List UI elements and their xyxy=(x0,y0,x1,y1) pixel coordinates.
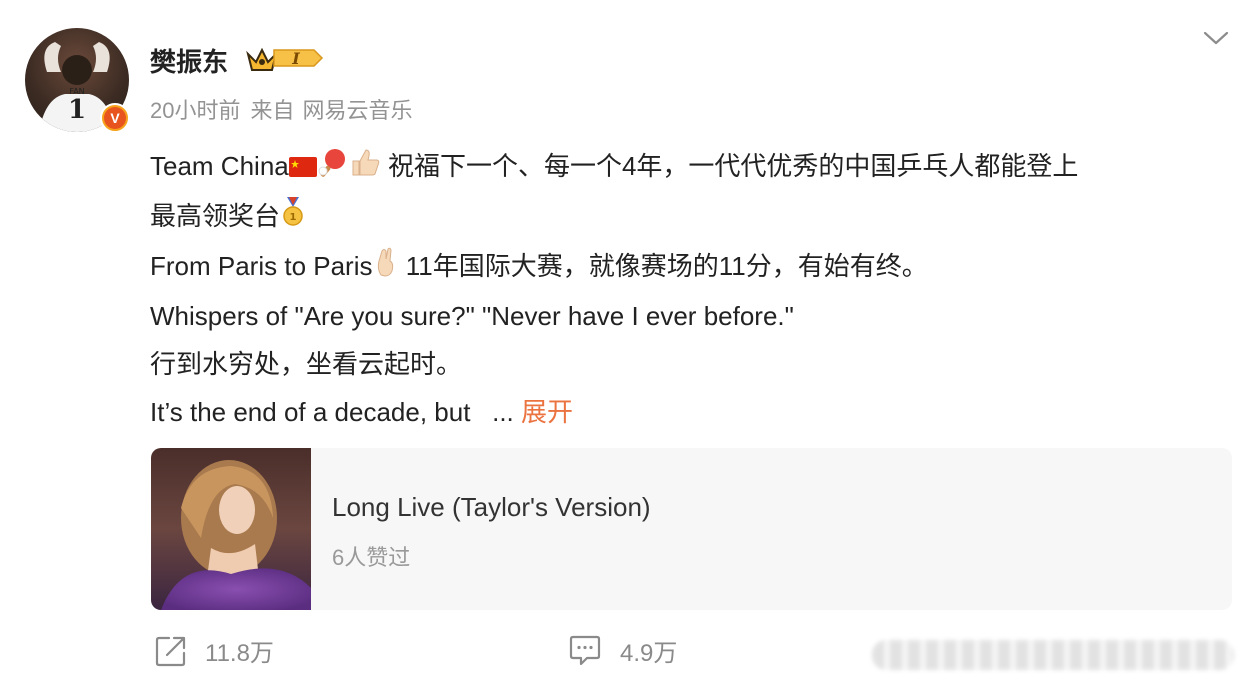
post-line-6: It’s the end of a decade, but ... 展开 xyxy=(150,388,1220,436)
post-line-3a: From Paris to Paris xyxy=(150,251,373,282)
comment-button[interactable]: 4.9万 xyxy=(568,633,677,668)
post-meta: 20小时前 来自 网易云音乐 xyxy=(150,93,423,125)
expand-link[interactable]: 展开 xyxy=(521,397,573,427)
post-line-6-text: It’s the end of a decade, but ... xyxy=(150,397,514,428)
ping-pong-icon xyxy=(317,144,349,192)
share-count: 11.8万 xyxy=(205,640,274,667)
post-line-3: From Paris to Paris 11年国际大赛，就像赛场的11分，有始有… xyxy=(150,242,1220,292)
post-text: Team China 祝福下一个、每一个4年，一代代优秀的中国乒乓人都能登上 最… xyxy=(150,142,1220,436)
verified-mark: V xyxy=(104,107,126,129)
comment-icon xyxy=(569,635,601,665)
post-line-4: Whispers of "Are you sure?" "Never have … xyxy=(150,301,794,332)
comment-count: 4.9万 xyxy=(620,640,678,667)
verified-badge-icon: V xyxy=(100,103,130,133)
share-icon xyxy=(155,636,186,666)
svg-text:1: 1 xyxy=(290,212,297,223)
level-text: I xyxy=(291,49,300,68)
member-level-badge[interactable]: I xyxy=(246,42,326,79)
post-line-2: 最高领奖台 1 xyxy=(150,192,1220,242)
post-line-1b: 祝福下一个、每一个4年，一代代优秀的中国乒乓人都能登上 xyxy=(380,151,1079,181)
music-card[interactable]: Long Live (Taylor's Version) 6人赞过 xyxy=(151,448,1232,610)
china-flag-icon xyxy=(288,144,317,192)
source-prefix: 来自 xyxy=(250,98,295,123)
song-likes: 6人赞过 xyxy=(332,545,411,570)
post-line-5: 行到水穷处，坐看云起时。 xyxy=(150,349,463,380)
crossed-fingers-icon xyxy=(373,244,399,292)
chevron-down-icon[interactable] xyxy=(1203,30,1229,51)
svg-text:1: 1 xyxy=(68,95,86,125)
post-line-2-text: 最高领奖台 xyxy=(150,201,281,232)
post-time: 20小时前 xyxy=(150,98,241,123)
song-title[interactable]: Long Live (Taylor's Version) xyxy=(332,492,651,523)
album-cover xyxy=(151,448,311,610)
post-line-3b: 11年国际大赛，就像赛场的11分，有始有终。 xyxy=(398,251,928,282)
post-line-1a: Team China xyxy=(150,151,289,181)
post-source[interactable]: 网易云音乐 xyxy=(303,98,413,123)
gold-medal-icon: 1 xyxy=(280,194,306,242)
obscured-like-area xyxy=(872,640,1234,670)
thumbs-up-icon xyxy=(349,144,381,192)
author-name[interactable]: 樊振东 xyxy=(150,42,228,79)
svg-text:FAN: FAN xyxy=(69,87,84,96)
share-button[interactable]: 11.8万 xyxy=(155,633,274,668)
post-line-1: Team China 祝福下一个、每一个4年，一代代优秀的中国乒乓人都能登上 xyxy=(150,142,1220,192)
